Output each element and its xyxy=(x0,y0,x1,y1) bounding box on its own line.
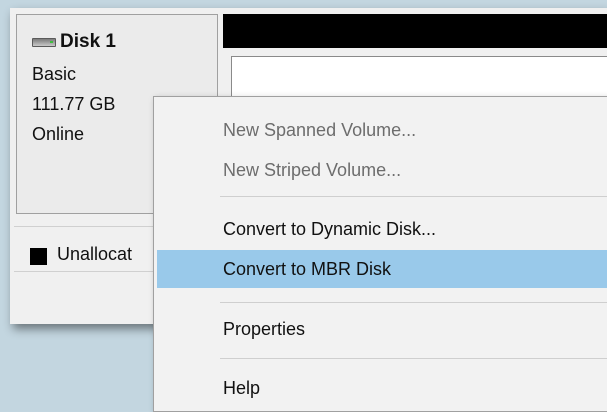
menu-separator xyxy=(220,196,607,197)
menu-item-new-spanned-volume[interactable]: New Spanned Volume... xyxy=(157,111,607,149)
menu-item-convert-to-dynamic-disk[interactable]: Convert to Dynamic Disk... xyxy=(157,210,607,248)
menu-item-convert-to-mbr-disk[interactable]: Convert to MBR Disk xyxy=(157,250,607,288)
disk-name-row: Disk 1 xyxy=(32,30,116,54)
disk-type: Basic xyxy=(32,64,77,84)
menu-item-help[interactable]: Help xyxy=(157,369,607,407)
disk-size: 111.77 GB xyxy=(32,94,116,114)
menu-separator xyxy=(220,358,607,359)
unallocated-legend-swatch xyxy=(30,248,47,265)
disk-name: Disk 1 xyxy=(60,31,116,52)
unallocated-legend-label: Unallocat xyxy=(57,244,133,264)
volume-header-bar xyxy=(223,14,607,48)
menu-separator xyxy=(220,302,607,303)
context-menu: New Spanned Volume... New Striped Volume… xyxy=(153,96,607,412)
hard-disk-icon xyxy=(32,37,56,47)
menu-item-new-striped-volume[interactable]: New Striped Volume... xyxy=(157,151,607,189)
menu-item-properties[interactable]: Properties xyxy=(157,310,607,348)
disk-status: Online xyxy=(32,124,85,144)
